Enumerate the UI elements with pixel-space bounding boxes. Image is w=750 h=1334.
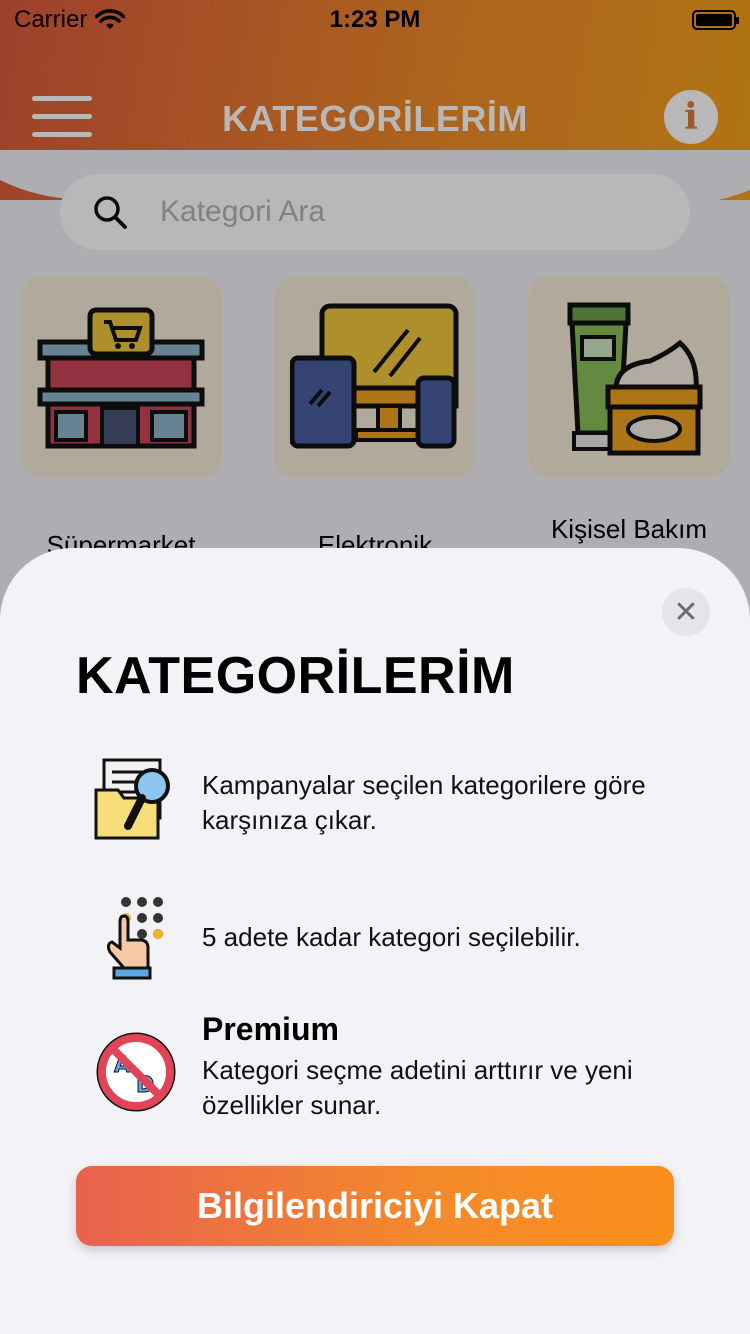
feature-item: A D Premium Kategori seçme adetini arttı…: [92, 1012, 712, 1142]
feature-text: 5 adete kadar kategori seçilebilir.: [202, 922, 581, 952]
feature-text: Kategori seçme adetini arttırır ve yeni …: [202, 1055, 633, 1120]
touch-keypad-icon: [106, 897, 163, 980]
feature-heading: Premium: [202, 1011, 339, 1047]
search-folder-icon: [94, 758, 170, 840]
info-sheet: ✕ KATEGORİLERİM Kampanyalar seçilen kate…: [0, 548, 750, 1334]
feature-text-block: Premium Kategori seçme adetini arttırır …: [202, 1012, 712, 1123]
feature-text: Kampanyalar seçilen kategorilere göre ka…: [202, 770, 646, 835]
feature-item: Kampanyalar seçilen kategorilere göre ka…: [92, 756, 712, 844]
close-icon[interactable]: ✕: [662, 588, 710, 636]
close-info-button[interactable]: Bilgilendiriciyi Kapat: [76, 1166, 674, 1246]
no-ads-icon: A D: [96, 1032, 176, 1112]
sheet-title: KATEGORİLERİM: [76, 647, 515, 705]
screen: Carrier 1:23 PM KATEGORİLERİM i Kategori…: [0, 0, 750, 1334]
feature-item: 5 adete kadar kategori seçilebilir.: [92, 892, 712, 980]
